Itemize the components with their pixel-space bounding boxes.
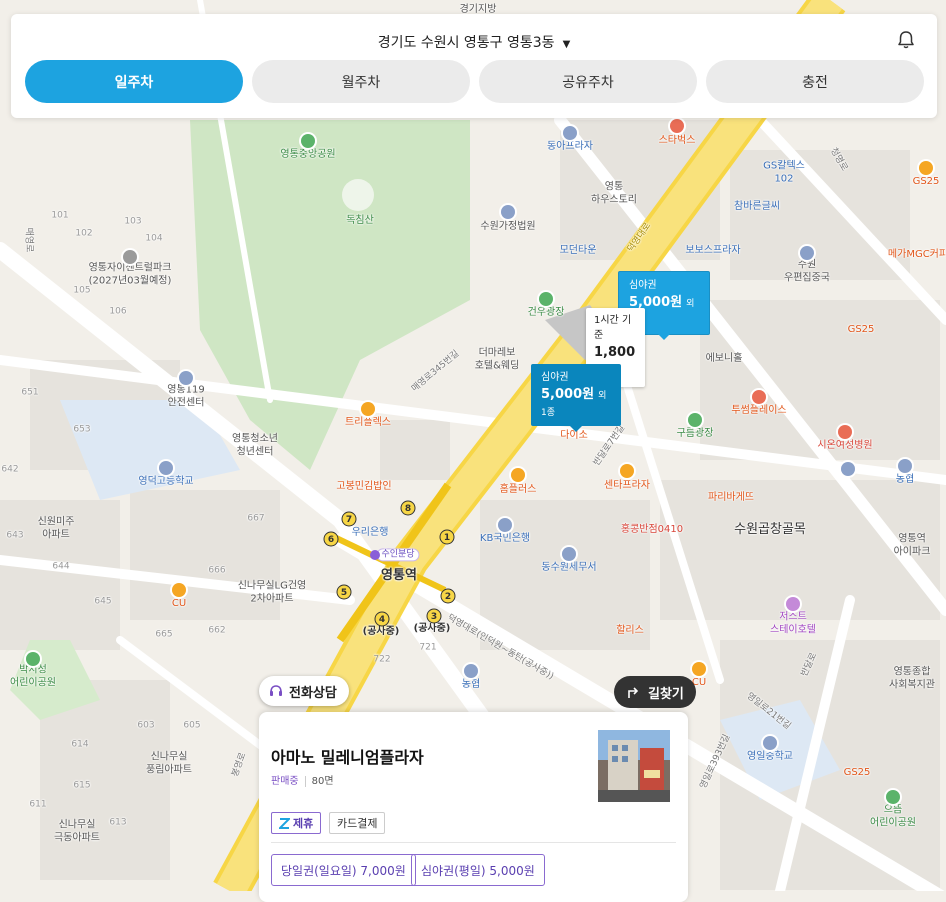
- partner-tag-label: 제휴: [293, 817, 314, 830]
- marker-title: 1시간 기준: [594, 315, 632, 341]
- svg-text:5: 5: [341, 588, 347, 598]
- top-panel: 경기도 수원시 영통구 영통3동 ▼ 일주차 월주차 공유주차 충전: [11, 14, 937, 118]
- location-selector[interactable]: 경기도 수원시 영통구 영통3동 ▼: [11, 32, 937, 52]
- parking-lot-card[interactable]: 아마노 밀레니엄플라자 판매중 80면 제휴 카드결제 당일권(일요일) 7,00…: [259, 712, 688, 902]
- parking-lot-name: 아마노 밀레니엄플라자: [271, 748, 424, 767]
- marker-title: 심야권: [629, 280, 657, 291]
- sale-status: 판매중: [271, 776, 306, 787]
- svg-text:7: 7: [346, 515, 352, 525]
- card-divider: [271, 842, 676, 843]
- subway-exit-6-icon: 6: [323, 531, 339, 547]
- space-count: 80면: [311, 776, 334, 787]
- subway-exit-3-icon: 3: [426, 608, 442, 624]
- bell-icon[interactable]: [897, 30, 915, 50]
- marker-price: 5,000원: [541, 387, 595, 402]
- subway-exit-2-icon: 2: [440, 588, 456, 604]
- parking-price-marker-selected[interactable]: 심야권 5,000원 외 1종: [531, 364, 621, 432]
- headset-icon: [270, 685, 282, 696]
- svg-text:1: 1: [444, 533, 450, 543]
- svg-text:4: 4: [379, 615, 385, 625]
- station-dot-icon: [370, 550, 380, 560]
- marker-title: 심야권: [541, 372, 569, 383]
- partner-tag: 제휴: [271, 812, 322, 834]
- tab-monthly[interactable]: 월주차: [252, 60, 470, 103]
- ticket-option[interactable]: 심야권(평일) 5,000원: [411, 854, 545, 886]
- dropdown-caret-icon: ▼: [562, 39, 571, 50]
- svg-text:6: 6: [328, 535, 334, 545]
- partner-z-icon: [279, 817, 290, 829]
- directions-button[interactable]: 길찾기: [614, 676, 696, 708]
- tab-charging[interactable]: 충전: [706, 60, 924, 103]
- phone-consult-button[interactable]: 전화상담: [259, 676, 349, 706]
- location-text: 경기도 수원시 영통구 영통3동: [377, 35, 555, 51]
- ticket-option[interactable]: 당일권(일요일) 7,000원: [271, 854, 416, 886]
- parking-type-tabs: 일주차 월주차 공유주차 충전: [25, 60, 924, 103]
- subway-exit-1-icon: 1: [439, 529, 455, 545]
- svg-text:3: 3: [431, 612, 437, 622]
- card-payment-tag: 카드결제: [329, 812, 386, 834]
- subway-exit-8-icon: 8: [400, 500, 416, 516]
- subway-exit-5-icon: 5: [336, 584, 352, 600]
- tab-shared[interactable]: 공유주차: [479, 60, 697, 103]
- tab-daily[interactable]: 일주차: [25, 60, 243, 103]
- subway-exit-7-icon: 7: [341, 511, 357, 527]
- phone-consult-label: 전화상담: [289, 685, 337, 701]
- turn-right-arrow-icon: [628, 687, 639, 698]
- subway-exit-4-icon: 4: [374, 611, 390, 627]
- svg-text:2: 2: [445, 592, 451, 602]
- directions-label: 길찾기: [648, 686, 684, 702]
- parking-lot-photo[interactable]: [598, 730, 670, 802]
- svg-text:8: 8: [405, 504, 411, 514]
- parking-lot-meta: 판매중 80면: [271, 772, 334, 787]
